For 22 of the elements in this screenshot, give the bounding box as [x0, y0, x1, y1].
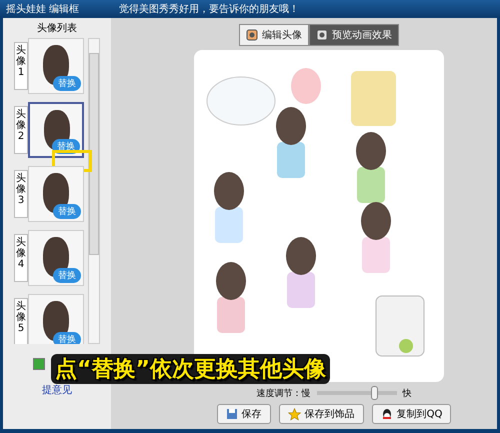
feedback-link[interactable]: 提意见	[42, 383, 72, 397]
avatar-tab[interactable]: 头像 1	[14, 42, 28, 90]
avatar-tab[interactable]: 头像 5	[14, 298, 28, 344]
speed-label: 快	[402, 388, 412, 400]
action-button[interactable]: 复制到QQ	[372, 404, 452, 424]
action-button[interactable]: 保存	[216, 404, 271, 424]
list-title: 头像列表	[37, 22, 77, 36]
avatar-tab[interactable]: 头像 4	[14, 234, 28, 282]
window-title: 摇头娃娃 编辑框	[6, 2, 80, 16]
scrollbar[interactable]	[88, 38, 100, 344]
penguin-icon	[380, 408, 393, 420]
speed-label: 速度调节：慢	[256, 388, 310, 400]
tab[interactable]: 预览动画效果	[309, 24, 399, 46]
avatar-tab[interactable]: 头像 3	[14, 170, 28, 218]
action-button[interactable]: 保存到饰品	[278, 404, 364, 424]
slider-thumb[interactable]	[371, 386, 378, 400]
checkbox[interactable]	[33, 358, 45, 370]
tab[interactable]: 编辑头像	[239, 24, 309, 46]
annotation-text: 点“替换”依次更换其他头像	[51, 354, 330, 384]
avatar-tab[interactable]: 头像 2	[14, 106, 28, 154]
banner-text: 觉得美图秀秀好用，要告诉你的朋友哦！	[119, 2, 300, 16]
star-icon	[288, 408, 301, 420]
